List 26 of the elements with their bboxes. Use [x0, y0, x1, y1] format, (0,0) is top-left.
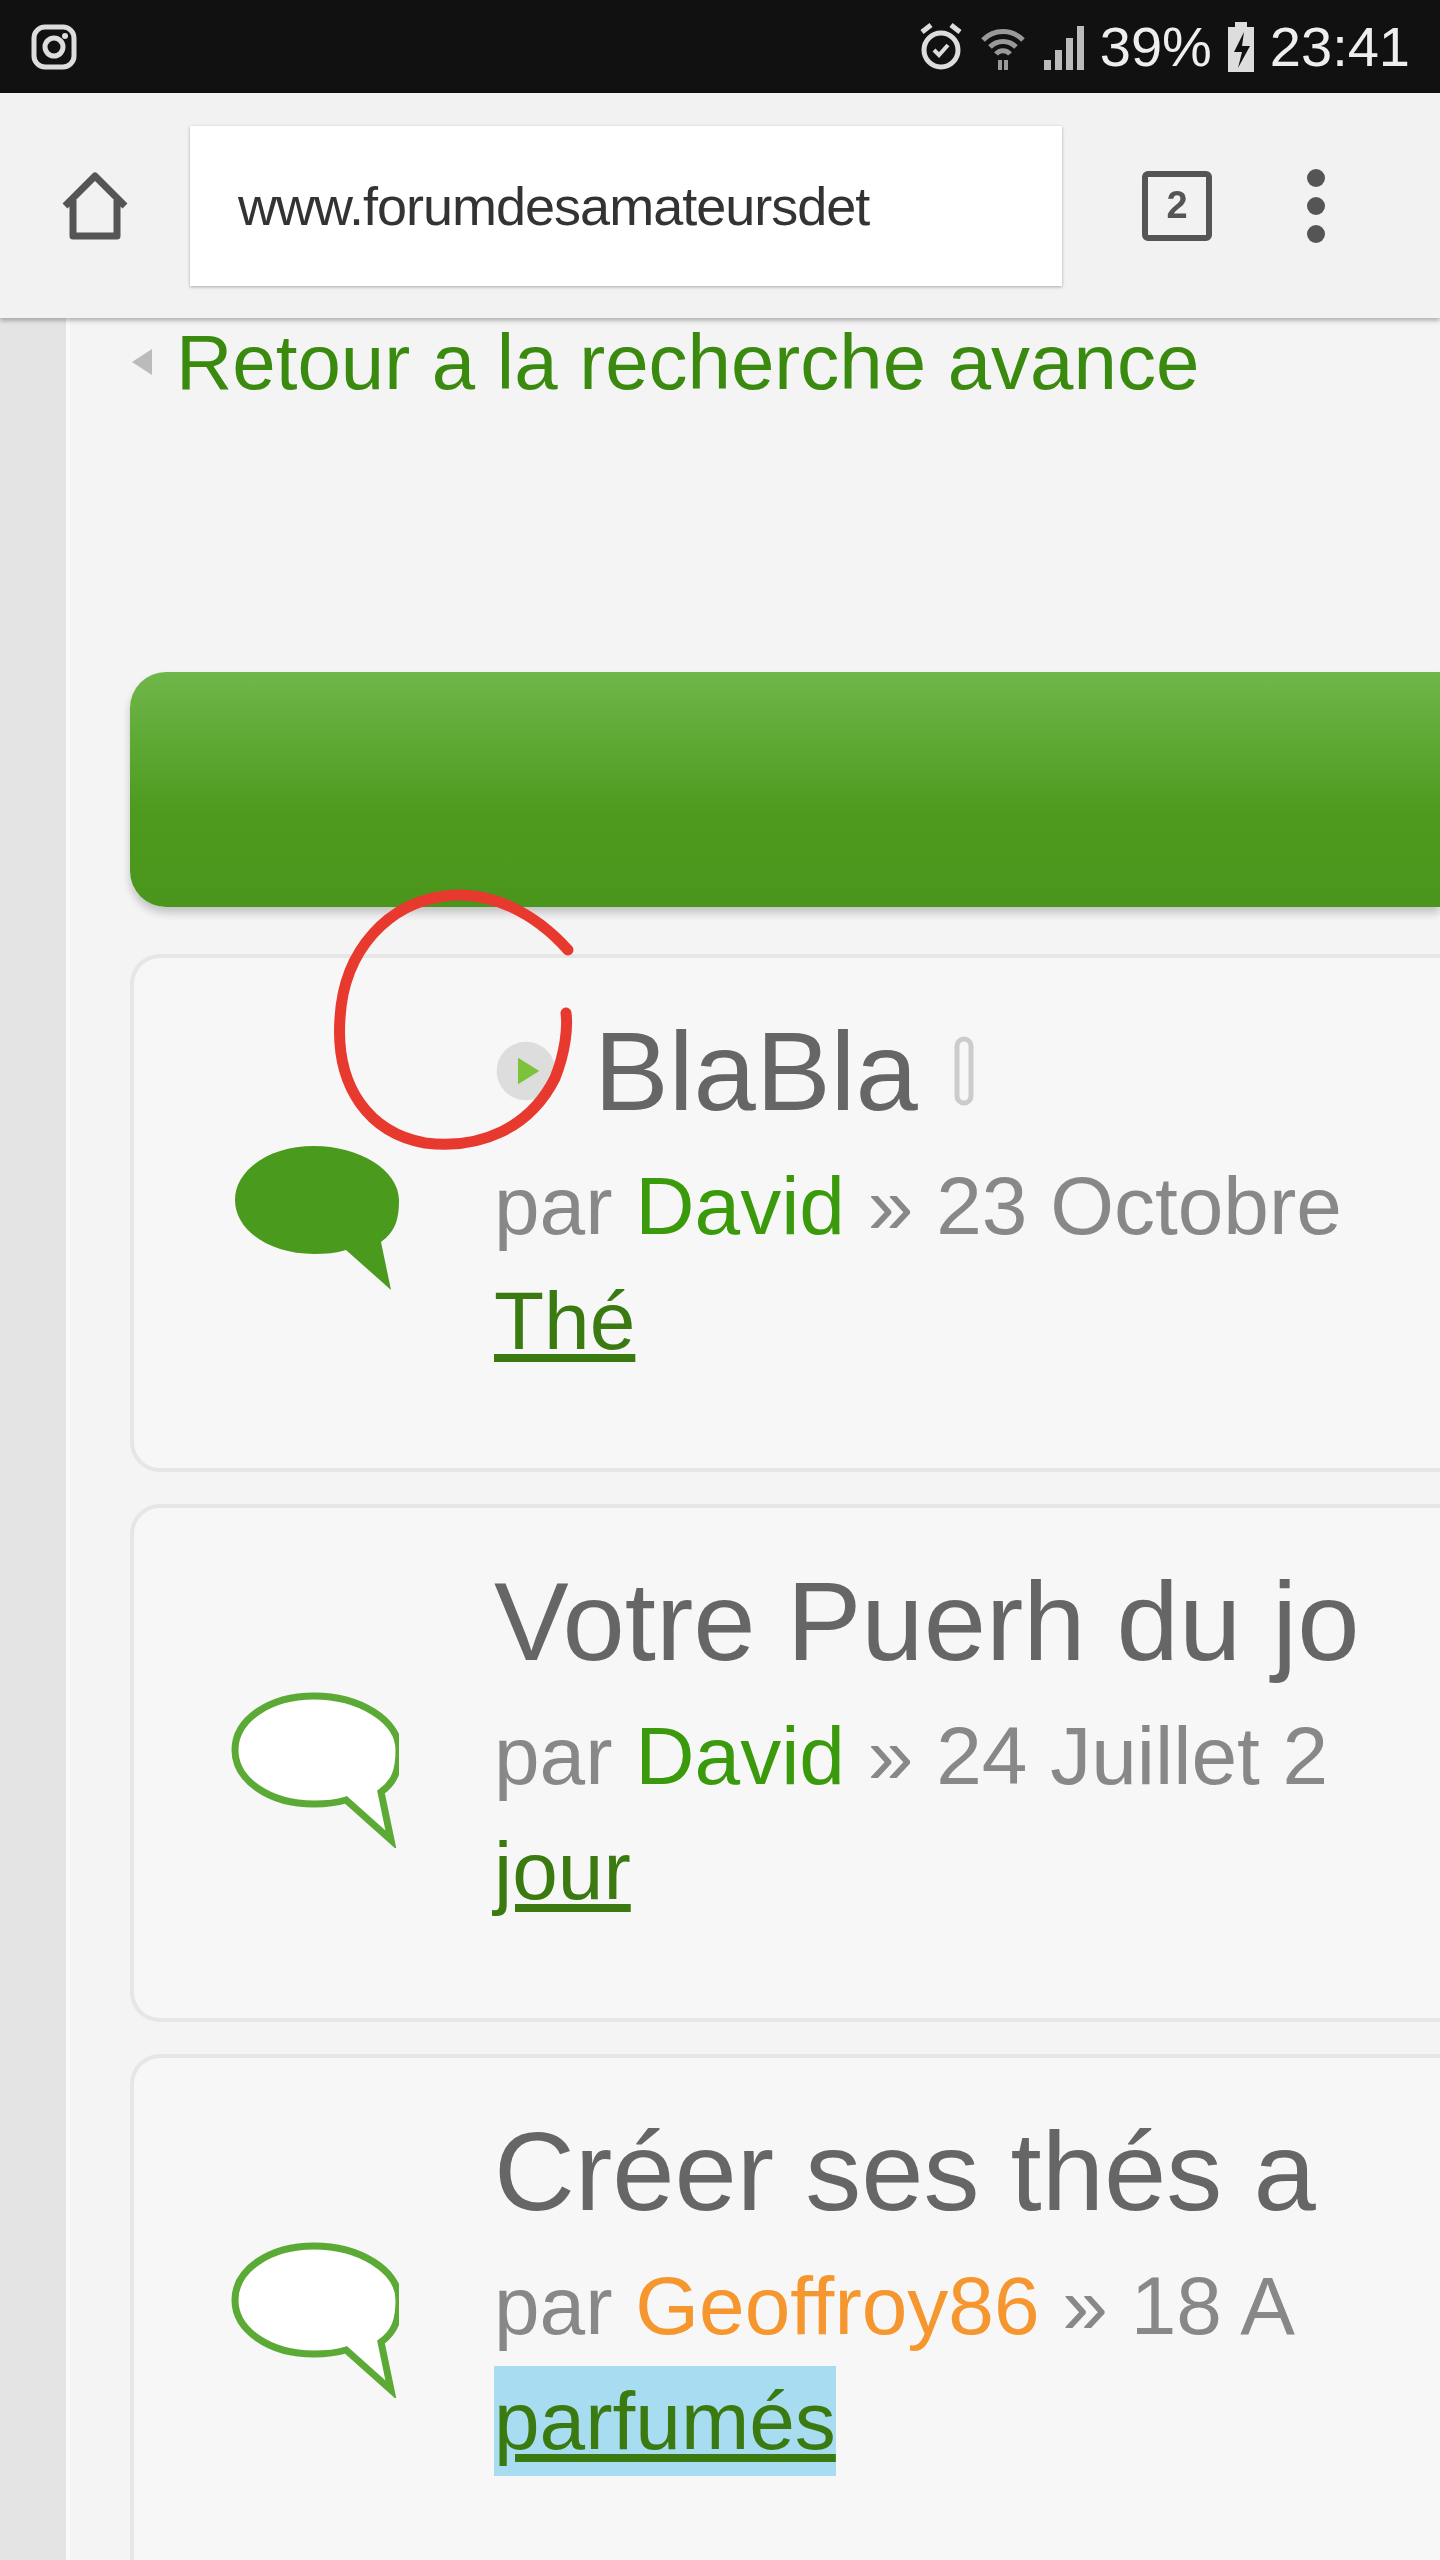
signal-icon — [1041, 23, 1086, 70]
topic-title[interactable]: Votre Puerh du jo — [494, 1556, 1360, 1686]
forum-link[interactable]: parfumés — [494, 2366, 836, 2476]
by-label: par — [494, 1160, 613, 1251]
battery-charging-icon — [1225, 21, 1256, 72]
topic-title[interactable]: BlaBla — [594, 1006, 918, 1136]
camera-app-icon — [30, 22, 78, 71]
by-label: par — [494, 1710, 613, 1801]
topic-card[interactable]: Créer ses thés a par Geoffroy86 » 18 A parfumés — [130, 2054, 1440, 2560]
author-link[interactable]: David — [635, 1710, 845, 1801]
back-arrow-icon — [130, 347, 154, 377]
by-label: par — [494, 2260, 613, 2351]
battery-percentage: 39% — [1099, 14, 1212, 79]
topic-card[interactable]: BlaBla par David » 23 Octobre Thé — [130, 954, 1440, 1472]
topic-title[interactable]: Créer ses thés a — [494, 2106, 1316, 2236]
forum-link[interactable]: Thé — [494, 1266, 636, 1376]
address-bar[interactable]: www.forumdesamateursdet — [190, 125, 1062, 286]
author-link[interactable]: David — [635, 1160, 845, 1251]
post-date: » 18 A — [1062, 2260, 1295, 2351]
post-date: » 23 Octobre — [867, 1160, 1342, 1251]
topic-card[interactable]: Votre Puerh du jo par David » 24 Juillet 2 jour — [130, 1504, 1440, 2022]
post-date: » 24 Juillet 2 — [867, 1710, 1329, 1801]
clock-time: 23:41 — [1269, 14, 1410, 79]
forum-link[interactable]: jour — [494, 1816, 631, 1926]
tab-switcher-button[interactable]: 2 — [1142, 170, 1212, 241]
back-to-search-link[interactable]: Retour a la recherche avance — [176, 322, 1200, 402]
